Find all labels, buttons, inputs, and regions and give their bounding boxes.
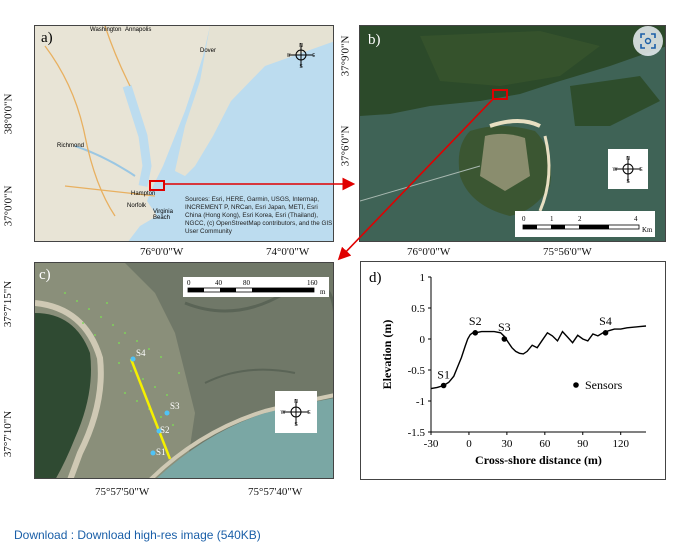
place-label: Hampton (131, 191, 156, 197)
panel-b-satellite: b) N S E W 0 1 2 4 Km (359, 25, 666, 242)
lon-tick: 76°0'0"W (407, 246, 451, 258)
sensor-point-s4 (602, 330, 609, 336)
scale-tick: 2 (578, 215, 582, 223)
place-label: Washington (90, 27, 122, 33)
scale-tick: 0 (187, 279, 191, 287)
lon-tick: 75°56'0"W (543, 246, 592, 258)
map-sources: Sources: Esri, HERE, Garmin, USGS, Inter… (185, 196, 333, 235)
elevation-profile-chart: d) 10.50-0.5-1-1.5-30 0 30 60 90 120Cross-shor… (369, 270, 647, 467)
lon-tick: 76°0'0"W (140, 246, 184, 258)
compass-s: S (299, 64, 303, 69)
x-tick-label: 30 (501, 438, 512, 450)
scale-tick: 1 (550, 215, 554, 223)
satellite-imagery (360, 26, 665, 241)
x-tick-label: 60 (539, 438, 551, 450)
compass-box: N S E W (275, 391, 317, 433)
lon-tick: 75°57'40"W (248, 486, 303, 498)
sensor-label-s1: S1 (437, 368, 450, 382)
scale-bar: 0 40 80 160 m (183, 277, 329, 297)
place-label: Virginia Beach (153, 209, 173, 221)
lat-tick: 37°6'0"N (339, 125, 352, 167)
scale-bar: 0 1 2 4 Km (515, 211, 655, 237)
panel-a-label: a) (41, 30, 53, 46)
panel-a-map: a) Washington Annapolis Dover Richmond H… (34, 25, 334, 242)
legend-label: Sensors (585, 378, 623, 392)
place-label: Annapolis (125, 27, 152, 33)
scale-unit: m (320, 288, 326, 296)
panel-d-label: d) (369, 270, 382, 286)
place-label: Richmond (57, 143, 85, 149)
sensor-marker-s3 (164, 410, 170, 416)
panel-c-aerial: S1 S2 S3 S4 c) 0 40 80 160 m N S E W (34, 262, 334, 479)
sensor-marker-s4 (130, 356, 136, 362)
sensor-label-s3: S3 (498, 320, 511, 334)
scale-bar-graphic: 0 1 2 4 Km (522, 215, 653, 234)
compass-e: E (312, 53, 315, 59)
sensor-label: S2 (160, 425, 170, 435)
x-tick-label: -30 (424, 438, 439, 450)
place-label: Norfolk (127, 203, 147, 209)
x-tick-label: 90 (577, 438, 589, 450)
compass-w: W (281, 410, 286, 416)
sensor-point-s2 (472, 330, 479, 336)
compass-n: N (294, 399, 298, 405)
scale-tick: 4 (634, 215, 638, 223)
x-axis-title: Cross-shore distance (m) (475, 453, 602, 467)
compass-icon: N S E W (613, 156, 643, 185)
lat-tick: 37°7'10"N (2, 410, 15, 458)
scale-tick: 160 (307, 279, 318, 287)
lat-tick: 37°7'15"N (2, 280, 15, 328)
compass-n: N (299, 43, 303, 49)
compass-icon: N S E W (287, 43, 315, 69)
sensor-point-s1 (440, 382, 447, 389)
scale-tick: 0 (522, 215, 526, 223)
lon-tick: 75°57'50"W (95, 486, 150, 498)
y-tick-label: -0.5 (408, 365, 426, 377)
compass-icon: N S E W (281, 399, 311, 428)
compass-s: S (294, 422, 298, 428)
compass-n: N (626, 156, 630, 162)
lon-tick: 74°0'0"W (266, 246, 310, 258)
sensor-label: S3 (170, 401, 180, 411)
sensor-label-s4: S4 (599, 314, 612, 328)
legend-marker (573, 382, 579, 388)
compass-s: S (626, 179, 630, 185)
x-tick-label: 120 (612, 438, 629, 450)
y-axis-title: Elevation (m) (380, 320, 394, 390)
panel-d-chart: d) 1 0.5 0 -0.5 -1 -1.5 -30 0 30 60 90 120 Cross-shor… (360, 261, 666, 480)
lat-tick: 37°0'0"N (2, 185, 15, 227)
compass-e: E (639, 167, 643, 173)
expand-icon (640, 33, 656, 49)
compass-box: N S E W (608, 149, 648, 189)
sensor-point-s3 (501, 336, 508, 342)
place-label: Dover (200, 48, 217, 54)
compass-e: E (307, 410, 311, 416)
panel-c-label: c) (39, 267, 51, 283)
y-tick-label: 1 (420, 272, 426, 284)
y-tick-label: 0 (420, 334, 426, 346)
scale-unit: Km (642, 226, 653, 234)
figure: a) Washington Annapolis Dover Richmond H… (0, 0, 677, 510)
download-link[interactable]: Download : Download high-res image (540K… (14, 528, 261, 542)
sensor-label: S4 (136, 348, 146, 358)
sensor-marker-s1 (150, 450, 156, 456)
panel-b-label: b) (368, 32, 381, 48)
x-tick-label: 0 (466, 438, 472, 450)
zoom-button[interactable] (633, 26, 663, 56)
sensor-label: S1 (156, 447, 166, 457)
lat-tick: 38°0'0"N (2, 93, 15, 135)
scale-tick: 40 (215, 279, 223, 287)
y-tick-label: -1 (416, 396, 425, 408)
lat-tick: 37°9'0"N (339, 35, 352, 77)
y-tick-label: 0.5 (411, 303, 425, 315)
scale-bar-graphic: 0 40 80 160 m (187, 279, 326, 296)
scale-tick: 80 (243, 279, 251, 287)
compass-w: W (287, 53, 291, 59)
sensor-label-s2: S2 (469, 314, 482, 328)
compass-w: W (613, 167, 618, 173)
